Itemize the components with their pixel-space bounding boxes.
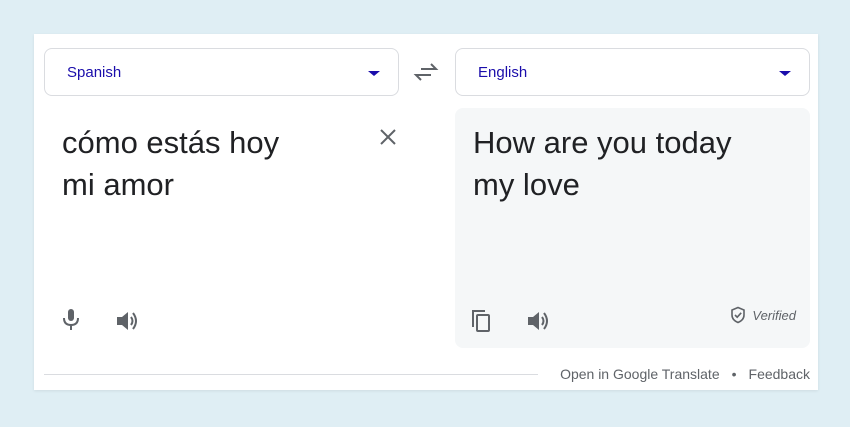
chevron-down-icon [779, 71, 791, 76]
close-icon [380, 129, 396, 145]
microphone-icon [63, 309, 79, 330]
swap-languages-button[interactable] [411, 60, 441, 84]
footer-separator: • [731, 366, 737, 382]
translated-text: How are you today my love [473, 125, 732, 202]
speaker-icon [528, 312, 548, 330]
source-text-pane[interactable]: cómo estás hoy mi amor [44, 108, 399, 348]
source-language-label: Spanish [67, 64, 122, 81]
listen-source-button[interactable] [114, 308, 140, 334]
feedback-link[interactable]: Feedback [749, 366, 810, 382]
verified-shield-icon [731, 306, 746, 324]
clear-text-button[interactable] [377, 126, 399, 148]
swap-arrows-icon [413, 63, 439, 81]
verified-label: Verified [752, 307, 796, 323]
footer-divider [44, 374, 538, 375]
copy-translation-button[interactable] [469, 308, 495, 334]
target-language-label: English [478, 64, 528, 81]
translation-pane: How are you today my love Verified [455, 108, 810, 348]
microphone-button[interactable] [58, 306, 84, 332]
source-language-select[interactable]: Spanish [44, 48, 399, 96]
source-text[interactable]: cómo estás hoy mi amor [62, 122, 362, 206]
copy-icon [472, 310, 490, 332]
verified-badge: Verified [729, 306, 796, 324]
footer-links: Open in Google Translate • Feedback [560, 366, 810, 382]
target-language-select[interactable]: English [455, 48, 810, 96]
listen-translation-button[interactable] [525, 308, 551, 334]
open-in-google-translate-link[interactable]: Open in Google Translate [560, 366, 720, 382]
translate-card: Spanish English cómo estás hoy mi amor H… [34, 34, 818, 390]
chevron-down-icon [368, 71, 380, 76]
speaker-icon [117, 312, 137, 330]
